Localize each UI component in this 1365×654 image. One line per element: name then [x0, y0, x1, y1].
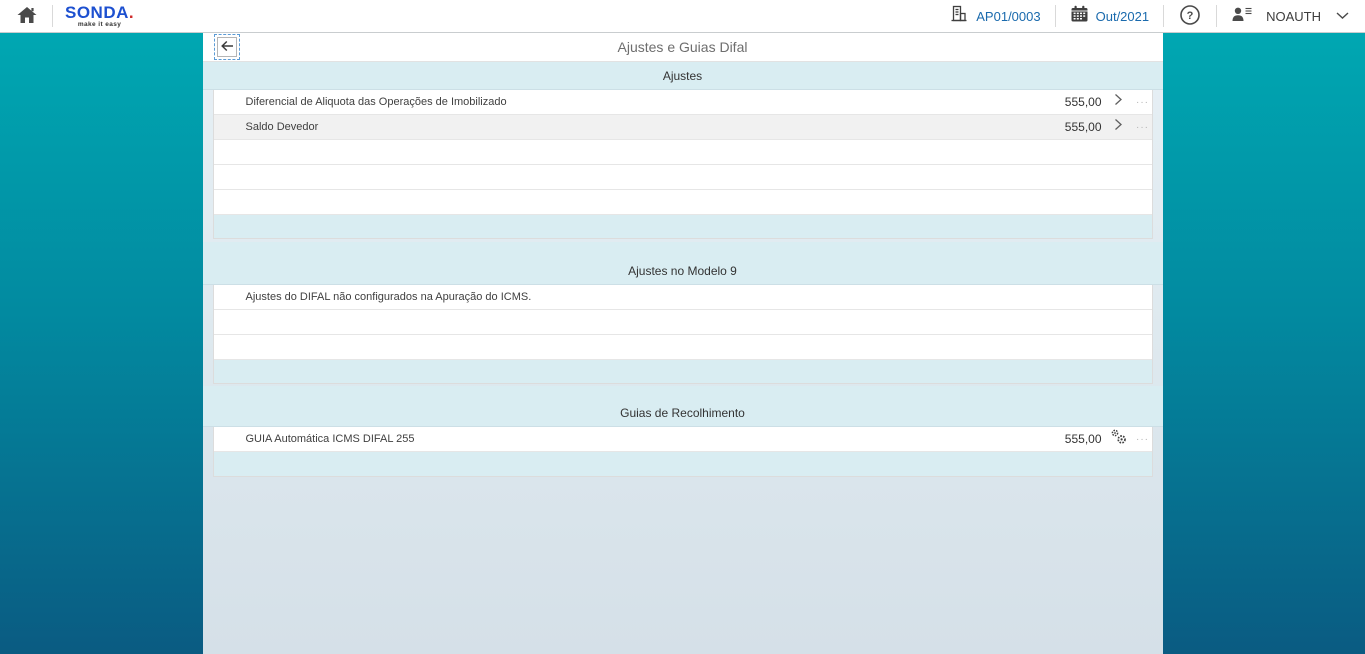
establishment-value: AP01/0003: [976, 8, 1041, 24]
row-value: 555,00: [1064, 432, 1102, 446]
row-process-button[interactable]: [1102, 428, 1136, 451]
table-row[interactable]: GUIA Automática ICMS DIFAL 255 555,00 ··…: [213, 427, 1152, 452]
table-footer-band: [213, 215, 1152, 238]
section-header-modelo9: Ajustes no Modelo 9: [202, 242, 1163, 285]
topbar-divider: [52, 5, 53, 27]
back-button[interactable]: [213, 34, 240, 60]
gears-icon: [1109, 428, 1128, 451]
period-selector[interactable]: Out/2021: [1064, 0, 1156, 32]
building-icon: [949, 4, 969, 29]
topbar-right-group: AP01/0003 Out/2021 ? NOAUTH: [943, 0, 1355, 32]
user-menu[interactable]: NOAUTH: [1225, 0, 1355, 32]
topbar-divider: [1054, 5, 1056, 27]
home-icon: [16, 5, 38, 28]
help-button[interactable]: ?: [1172, 0, 1208, 32]
topbar-divider: [1163, 5, 1165, 27]
calendar-icon: [1070, 5, 1089, 28]
top-bar: SONDA. make it easy AP01/0003 Out/2021 ?…: [0, 0, 1365, 33]
page-background: Ajustes e Guias Difal Ajustes Diferencia…: [0, 33, 1365, 654]
row-more-dots: ···: [1136, 121, 1149, 133]
row-label: Saldo Devedor: [245, 121, 319, 133]
table-footer-band: [213, 452, 1152, 476]
row-value: 555,00: [1064, 95, 1102, 109]
empty-row: [213, 310, 1152, 335]
row-label: Ajustes do DIFAL não configurados na Apu…: [245, 291, 532, 303]
logo-tagline: make it easy: [77, 20, 122, 28]
ajustes-table: Diferencial de Aliquota das Operações de…: [212, 90, 1153, 239]
row-open-button[interactable]: [1102, 93, 1136, 111]
row-more-dots: ···: [1136, 433, 1149, 445]
user-icon: [1231, 6, 1253, 27]
help-icon: ?: [1178, 3, 1202, 30]
logo-text: SONDA: [65, 2, 129, 22]
section-header-ajustes: Ajustes: [202, 62, 1163, 90]
table-footer-band: [213, 360, 1152, 383]
logo-dot: .: [128, 2, 135, 22]
row-open-button[interactable]: [1102, 118, 1136, 136]
establishment-selector[interactable]: AP01/0003: [943, 0, 1046, 32]
sonda-logo[interactable]: SONDA. make it easy: [65, 4, 134, 29]
empty-row: [213, 140, 1152, 165]
modelo9-table: Ajustes do DIFAL não configurados na Apu…: [212, 285, 1153, 384]
chevron-right-icon: [1114, 93, 1123, 111]
row-label: Diferencial de Aliquota das Operações de…: [245, 96, 507, 108]
content-panel: Ajustes e Guias Difal Ajustes Diferencia…: [202, 33, 1163, 654]
table-row[interactable]: Saldo Devedor 555,00 ···: [213, 115, 1152, 140]
row-label: GUIA Automática ICMS DIFAL 255: [245, 433, 415, 445]
table-row[interactable]: Diferencial de Aliquota das Operações de…: [213, 90, 1152, 115]
period-value: Out/2021: [1095, 8, 1150, 24]
back-arrow-icon: [220, 40, 234, 55]
section-header-guias: Guias de Recolhimento: [202, 386, 1163, 427]
guias-table: GUIA Automática ICMS DIFAL 255 555,00 ··…: [212, 427, 1153, 477]
page-title: Ajustes e Guias Difal: [617, 39, 748, 55]
chevron-down-icon: [1336, 7, 1349, 25]
row-more-dots: ···: [1136, 96, 1149, 108]
topbar-divider: [1216, 5, 1218, 27]
empty-row: [213, 190, 1152, 215]
chevron-right-icon: [1114, 118, 1123, 136]
home-button[interactable]: [10, 0, 44, 32]
panel-title-bar: Ajustes e Guias Difal: [202, 33, 1163, 62]
empty-row: [213, 165, 1152, 190]
row-value: 555,00: [1064, 120, 1102, 134]
empty-row: [213, 335, 1152, 360]
user-name: NOAUTH: [1266, 8, 1321, 24]
table-row[interactable]: Ajustes do DIFAL não configurados na Apu…: [213, 285, 1152, 310]
svg-text:?: ?: [1187, 10, 1194, 22]
